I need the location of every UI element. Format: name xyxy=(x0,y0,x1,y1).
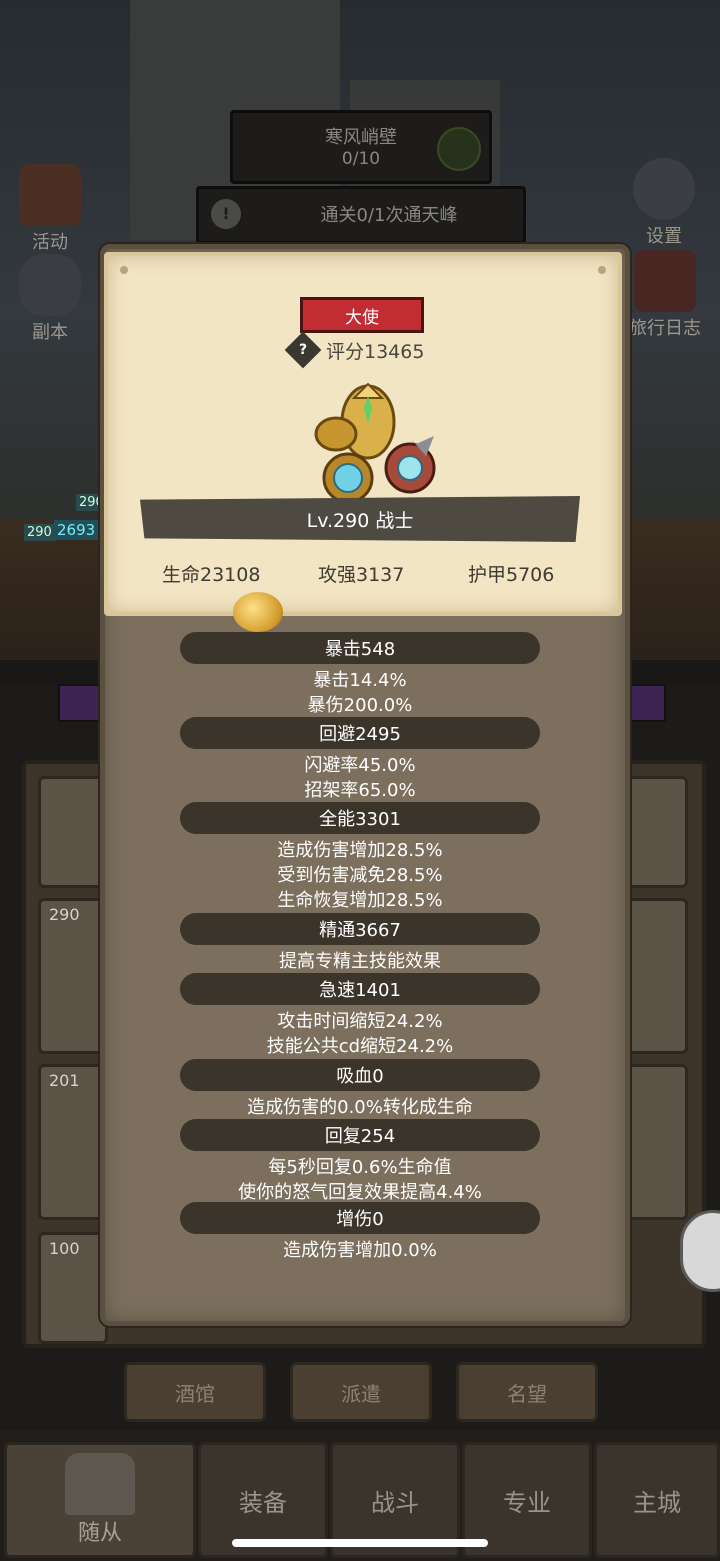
quest-text: 通关0/1次通天峰 xyxy=(320,205,458,226)
travel-log-label: 旅行日志 xyxy=(629,318,701,339)
pin-decoration xyxy=(598,266,606,274)
event-icon xyxy=(19,164,81,226)
stat-armor: 护甲5706 xyxy=(468,564,555,586)
pin-decoration xyxy=(120,266,128,274)
stat-line: 提高专精主技能效果 xyxy=(279,951,441,972)
roster-card[interactable]: 201 xyxy=(38,1064,108,1220)
stat-line: 暴伤200.0% xyxy=(307,695,413,716)
stat-line: 招架率65.0% xyxy=(304,780,416,801)
book-icon xyxy=(634,250,696,312)
stat-line: 使你的怒气回复效果提高4.4% xyxy=(238,1182,482,1203)
help-icon[interactable]: ? xyxy=(284,331,322,369)
roster-level: 100 xyxy=(49,1239,80,1258)
tab-main-city[interactable]: 主城 xyxy=(594,1442,720,1558)
stat-line: 造成伤害增加28.5% xyxy=(277,840,443,861)
equipment-icon xyxy=(314,382,436,504)
travel-log-button[interactable]: 旅行日志 xyxy=(620,250,710,340)
hero-power-tag: 2693 xyxy=(54,520,99,540)
stat-group-title: 回避2495 xyxy=(180,717,540,749)
tab-followers[interactable]: 随从 xyxy=(4,1442,196,1558)
zone-box[interactable]: 寒风峭壁 0/10 xyxy=(230,110,492,184)
stat-line: 技能公共cd缩短24.2% xyxy=(266,1036,454,1057)
stat-line: 闪避率45.0% xyxy=(304,755,416,776)
stat-line: 造成伤害的0.0%转化成生命 xyxy=(247,1097,473,1118)
home-indicator[interactable] xyxy=(232,1539,488,1547)
rank-badge: 大使 xyxy=(300,297,424,333)
stat-group-title: 暴击548 xyxy=(180,632,540,664)
tab-followers-label: 随从 xyxy=(77,1521,122,1546)
stat-attack: 攻强3137 xyxy=(318,564,405,586)
refresh-icon[interactable] xyxy=(437,127,481,171)
stat-group-title: 增伤0 xyxy=(180,1202,540,1234)
score-row: ? 评分13465 xyxy=(284,331,450,369)
fame-button[interactable]: 名望 xyxy=(456,1362,598,1422)
stat-line: 受到伤害减免28.5% xyxy=(277,865,443,886)
settings-label: 设置 xyxy=(646,226,682,247)
stat-line: 造成伤害增加0.0% xyxy=(283,1240,437,1261)
dungeon-button[interactable]: 副本 xyxy=(10,254,90,344)
roster-level: 201 xyxy=(49,1071,80,1090)
roster-card[interactable] xyxy=(38,776,108,888)
roster-card[interactable]: 100 xyxy=(38,1232,108,1344)
helmet-icon xyxy=(65,1453,135,1515)
hero-level-tag: 290 xyxy=(24,524,55,541)
stat-group-title: 急速1401 xyxy=(180,973,540,1005)
dispatch-button[interactable]: 派遣 xyxy=(290,1362,432,1422)
stat-group-title: 回复254 xyxy=(180,1119,540,1151)
roster-card[interactable]: 290 xyxy=(38,898,108,1054)
dungeon-icon xyxy=(19,254,81,316)
event-label: 活动 xyxy=(32,232,68,253)
dungeon-label: 副本 xyxy=(32,322,68,343)
score-value: 评分13465 xyxy=(326,340,425,363)
stat-group-title: 吸血0 xyxy=(180,1059,540,1091)
stat-group-title: 精通3667 xyxy=(180,913,540,945)
gear-icon xyxy=(633,158,695,220)
roster-level: 290 xyxy=(49,905,80,924)
coin-icon xyxy=(233,592,283,632)
item-name-bar: Lv.290 战士 xyxy=(140,496,580,542)
xp-bar-left xyxy=(58,684,106,722)
stat-line: 暴击14.4% xyxy=(313,670,407,691)
stat-group-title: 全能3301 xyxy=(180,802,540,834)
stat-line: 生命恢复增加28.5% xyxy=(277,890,443,911)
stat-hp: 生命23108 xyxy=(162,564,261,586)
settings-button[interactable]: 设置 xyxy=(624,158,704,248)
tavern-button[interactable]: 酒馆 xyxy=(124,1362,266,1422)
alert-icon: ! xyxy=(211,199,241,229)
stat-line: 攻击时间缩短24.2% xyxy=(277,1011,443,1032)
quest-box[interactable]: ! 通关0/1次通天峰 xyxy=(196,186,526,244)
stat-line: 每5秒回复0.6%生命值 xyxy=(268,1157,452,1178)
event-button[interactable]: 活动 xyxy=(10,164,90,254)
